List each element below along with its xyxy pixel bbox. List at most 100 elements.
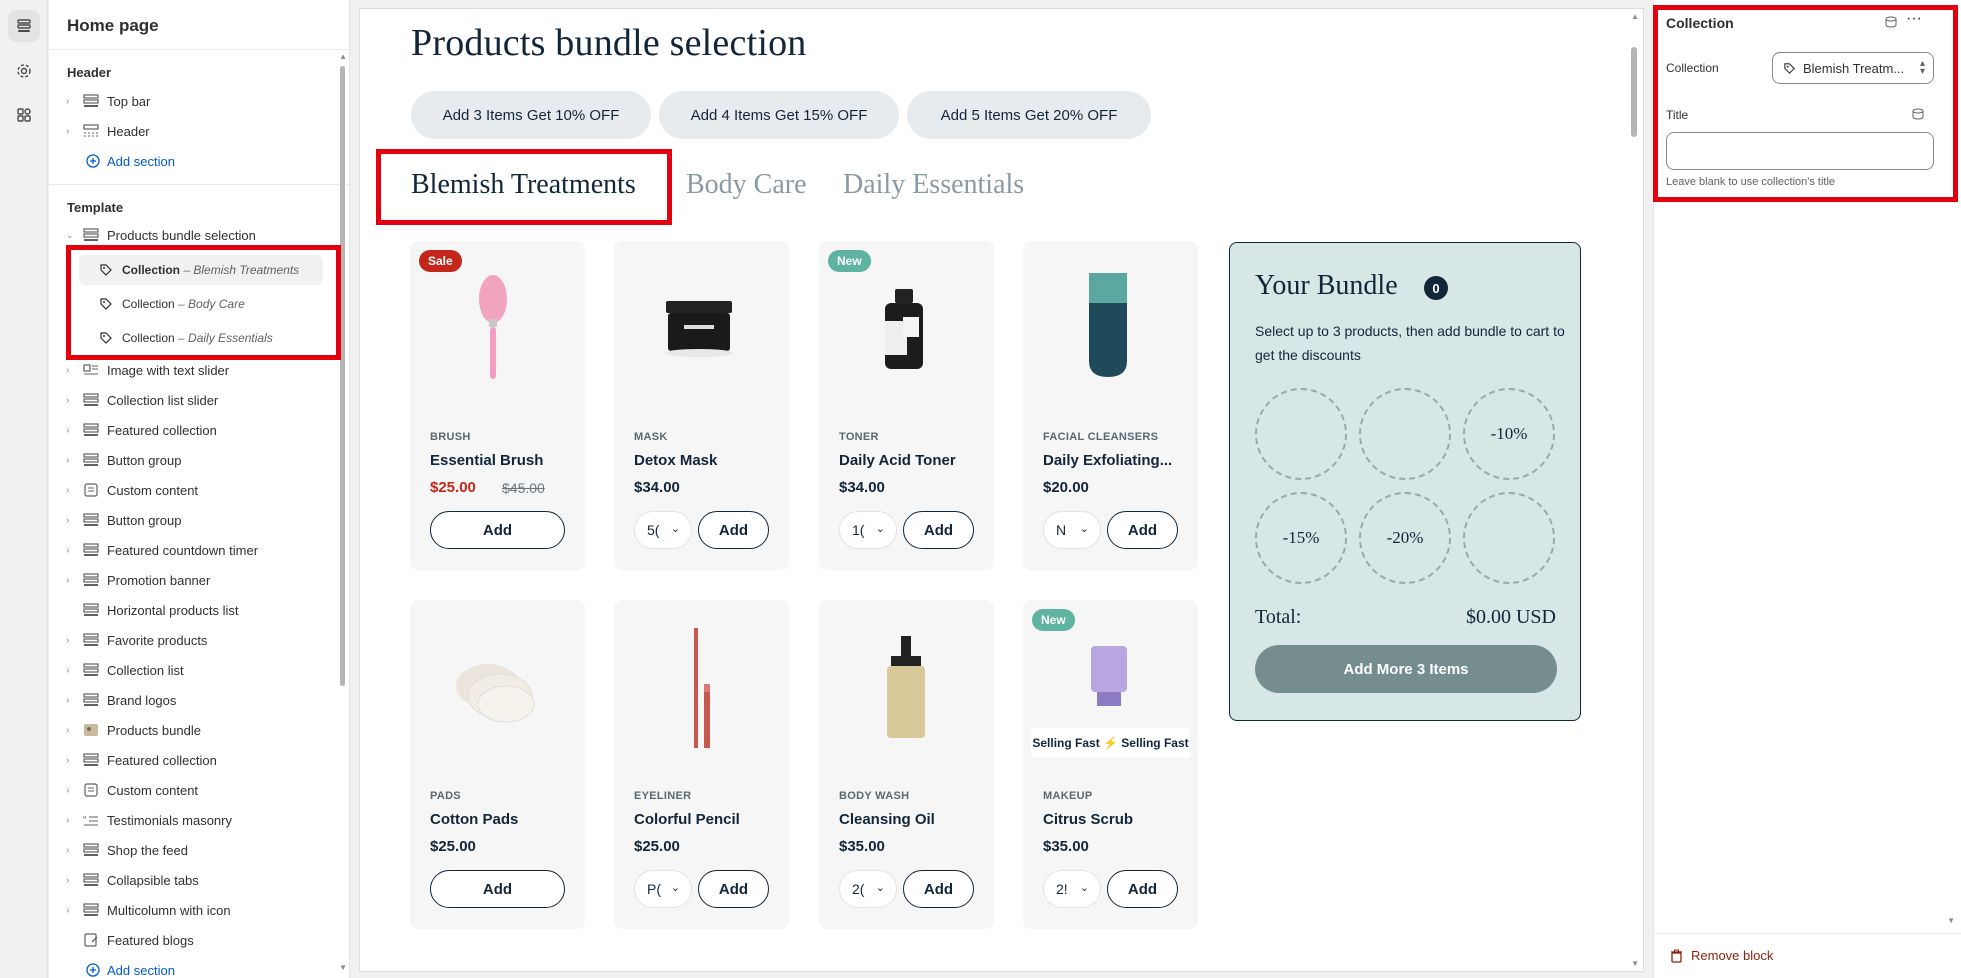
apps-icon[interactable] bbox=[8, 99, 40, 131]
section-brand-logos[interactable]: › Brand logos bbox=[49, 685, 339, 715]
section-testimonials-masonry[interactable]: › “ Testimonials masonry bbox=[49, 805, 339, 835]
variant-select[interactable]: 2! ⌄ bbox=[1043, 870, 1101, 908]
settings-gear-icon[interactable] bbox=[8, 55, 40, 87]
add-button[interactable]: Add bbox=[430, 870, 565, 908]
sections-icon[interactable] bbox=[8, 10, 40, 42]
chevron-right-icon[interactable]: › bbox=[66, 96, 76, 107]
product-card[interactable]: New Selling Fast ⚡ Selling Fast MAKEUP C… bbox=[1023, 600, 1198, 929]
scroll-up-icon[interactable]: ▲ bbox=[339, 52, 347, 61]
chevron-right-icon[interactable]: › bbox=[66, 455, 76, 466]
scroll-down-icon[interactable]: ▼ bbox=[1631, 959, 1639, 968]
remove-block-button[interactable]: Remove block bbox=[1670, 948, 1773, 963]
section-favorite-products[interactable]: › Favorite products bbox=[49, 625, 339, 655]
add-button[interactable]: Add bbox=[698, 511, 769, 549]
product-card[interactable]: FACIAL CLEANSERS Daily Exfoliating... $2… bbox=[1023, 241, 1198, 570]
scroll-down-icon[interactable]: ▼ bbox=[1947, 916, 1955, 925]
bundle-slot[interactable]: -20% bbox=[1359, 492, 1451, 584]
chevron-right-icon[interactable]: › bbox=[66, 575, 76, 586]
block-collection-blemish[interactable]: Collection – Blemish Treatments bbox=[79, 255, 323, 285]
section-multicolumn-with-icon[interactable]: › Multicolumn with icon bbox=[49, 895, 339, 925]
section-button-group[interactable]: › Button group bbox=[49, 505, 339, 535]
product-name[interactable]: Cleansing Oil bbox=[839, 811, 989, 828]
section-horizontal-products-list[interactable]: Horizontal products list bbox=[49, 595, 339, 625]
product-card[interactable]: MASK Detox Mask $34.00 5(⌄ Add bbox=[614, 241, 789, 570]
product-name[interactable]: Colorful Pencil bbox=[634, 811, 784, 828]
section-top-bar[interactable]: › Top bar bbox=[49, 86, 339, 116]
product-card[interactable]: Sale BRUSH Essential Brush $25.00 $45.00… bbox=[410, 241, 585, 570]
chevron-down-icon[interactable]: ⌄ bbox=[66, 230, 76, 241]
product-card[interactable]: BODY WASH Cleansing Oil $35.00 2(⌄ Add bbox=[819, 600, 994, 929]
block-collection-body-care[interactable]: Collection – Body Care bbox=[79, 289, 323, 319]
add-button[interactable]: Add bbox=[903, 870, 974, 908]
chevron-right-icon[interactable]: › bbox=[66, 635, 76, 646]
chevron-right-icon[interactable]: › bbox=[66, 725, 76, 736]
section-header[interactable]: › Header bbox=[49, 116, 339, 146]
scroll-up-icon[interactable]: ▲ bbox=[1631, 12, 1639, 21]
section-button-group[interactable]: › Button group bbox=[49, 445, 339, 475]
product-name[interactable]: Cotton Pads bbox=[430, 811, 580, 828]
chevron-right-icon[interactable]: › bbox=[66, 485, 76, 496]
variant-select[interactable]: 1(⌄ bbox=[839, 511, 897, 549]
sidebar-scrollbar[interactable] bbox=[340, 66, 345, 686]
add-button[interactable]: Add bbox=[903, 511, 974, 549]
section-featured-collection[interactable]: › Featured collection bbox=[49, 745, 339, 775]
tab-body-care[interactable]: Body Care bbox=[686, 169, 807, 201]
product-card[interactable]: EYELINER Colorful Pencil $25.00 P(⌄ Add bbox=[614, 600, 789, 929]
section-custom-content[interactable]: › Custom content bbox=[49, 475, 339, 505]
section-shop-the-feed[interactable]: › Shop the feed bbox=[49, 835, 339, 865]
offer-pill[interactable]: Add 4 Items Get 15% OFF bbox=[659, 91, 899, 139]
add-more-button[interactable]: Add More 3 Items bbox=[1255, 645, 1557, 693]
preview-scrollbar[interactable] bbox=[1631, 47, 1637, 137]
product-name[interactable]: Daily Acid Toner bbox=[839, 452, 989, 469]
bundle-slot[interactable] bbox=[1255, 388, 1347, 480]
chevron-right-icon[interactable]: › bbox=[66, 425, 76, 436]
scroll-down-icon[interactable]: ▼ bbox=[339, 963, 347, 972]
offer-pill[interactable]: Add 3 Items Get 10% OFF bbox=[411, 91, 651, 139]
chevron-right-icon[interactable]: › bbox=[66, 815, 76, 826]
chevron-right-icon[interactable]: › bbox=[66, 365, 76, 376]
add-button[interactable]: Add bbox=[1107, 511, 1178, 549]
more-options-icon[interactable]: ··· bbox=[1906, 10, 1922, 28]
variant-select[interactable]: P(⌄ bbox=[634, 870, 692, 908]
chevron-right-icon[interactable]: › bbox=[66, 755, 76, 766]
chevron-right-icon[interactable]: › bbox=[66, 695, 76, 706]
section-image-with-text-slider[interactable]: › Image with text slider bbox=[49, 355, 339, 385]
product-name[interactable]: Detox Mask bbox=[634, 452, 784, 469]
chevron-right-icon[interactable]: › bbox=[66, 845, 76, 856]
product-name[interactable]: Daily Exfoliating... bbox=[1043, 452, 1193, 469]
bundle-slot[interactable]: -15% bbox=[1255, 492, 1347, 584]
chevron-right-icon[interactable]: › bbox=[66, 545, 76, 556]
variant-select[interactable]: 2(⌄ bbox=[839, 870, 897, 908]
offer-pill[interactable]: Add 5 Items Get 20% OFF bbox=[907, 91, 1151, 139]
chevron-right-icon[interactable]: › bbox=[66, 395, 76, 406]
section-collapsible-tabs[interactable]: › Collapsible tabs bbox=[49, 865, 339, 895]
section-products-bundle[interactable]: › Products bundle bbox=[49, 715, 339, 745]
chevron-right-icon[interactable]: › bbox=[66, 905, 76, 916]
section-promotion-banner[interactable]: › Promotion banner bbox=[49, 565, 339, 595]
chevron-right-icon[interactable]: › bbox=[66, 875, 76, 886]
variant-select[interactable]: 5(⌄ bbox=[634, 511, 692, 549]
tab-daily-essentials[interactable]: Daily Essentials bbox=[843, 169, 1024, 201]
add-button[interactable]: Add bbox=[1107, 870, 1178, 908]
product-card[interactable]: PADS Cotton Pads $25.00 Add bbox=[410, 600, 585, 929]
section-custom-content[interactable]: › Custom content bbox=[49, 775, 339, 805]
variant-select[interactable]: N ⌄ bbox=[1043, 511, 1101, 549]
database-icon[interactable] bbox=[1912, 108, 1924, 120]
add-section-template[interactable]: Add section bbox=[49, 955, 339, 978]
add-button[interactable]: Add bbox=[430, 511, 565, 549]
add-section-header[interactable]: Add section bbox=[49, 146, 339, 176]
bundle-slot[interactable]: -10% bbox=[1463, 388, 1555, 480]
bundle-slot[interactable] bbox=[1359, 388, 1451, 480]
section-featured-blogs[interactable]: Featured blogs bbox=[49, 925, 339, 955]
product-name[interactable]: Essential Brush bbox=[430, 452, 580, 469]
database-icon[interactable] bbox=[1885, 16, 1897, 28]
section-collection-list[interactable]: › Collection list bbox=[49, 655, 339, 685]
section-collection-list-slider[interactable]: › Collection list slider bbox=[49, 385, 339, 415]
tab-blemish-treatments[interactable]: Blemish Treatments bbox=[411, 169, 636, 201]
chevron-right-icon[interactable]: › bbox=[66, 785, 76, 796]
chevron-right-icon[interactable]: › bbox=[66, 515, 76, 526]
title-input[interactable] bbox=[1666, 132, 1934, 170]
chevron-right-icon[interactable]: › bbox=[66, 665, 76, 676]
block-collection-daily-essentials[interactable]: Collection – Daily Essentials bbox=[79, 323, 323, 353]
section-products-bundle-selection[interactable]: ⌄ Products bundle selection bbox=[49, 220, 339, 250]
